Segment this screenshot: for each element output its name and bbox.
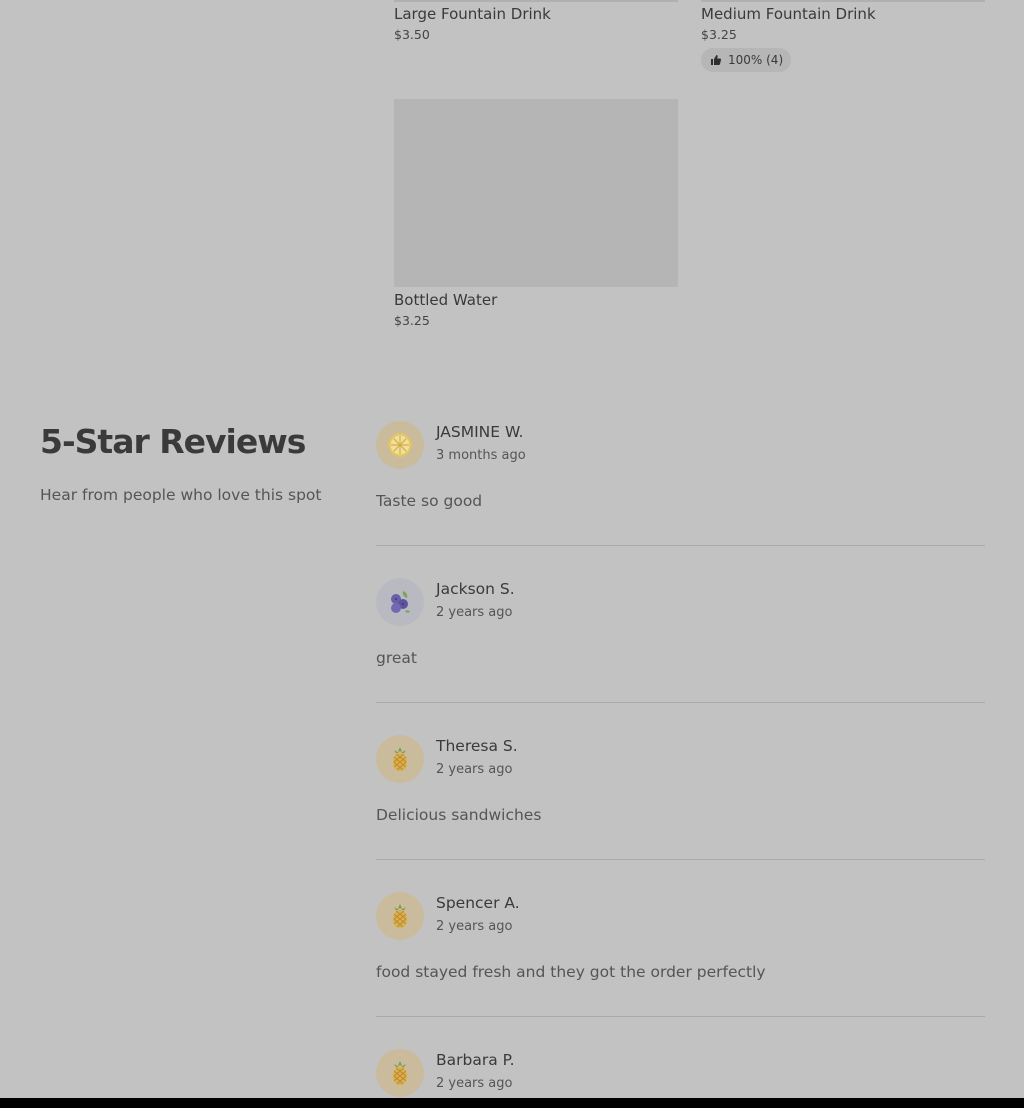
- avatar: [376, 578, 424, 626]
- avatar: [376, 735, 424, 783]
- review-text: Taste so good: [376, 492, 483, 510]
- review-card: Barbara P. 2 years ago: [376, 1049, 985, 1097]
- review-time: 2 years ago: [436, 605, 513, 620]
- divider: [376, 545, 985, 546]
- reviews-title: 5-Star Reviews: [40, 422, 306, 461]
- reviewer-name: Jackson S.: [436, 580, 515, 598]
- lemon-icon: [385, 430, 415, 460]
- card-top-border: [394, 0, 678, 2]
- divider: [376, 859, 985, 860]
- review-card: JASMINE W. 3 months ago Taste so good: [376, 421, 985, 511]
- item-name: Bottled Water: [394, 291, 498, 309]
- review-time: 2 years ago: [436, 762, 513, 777]
- review-text: food stayed fresh and they got the order…: [376, 963, 766, 981]
- reviewer-name: Spencer A.: [436, 894, 520, 912]
- review-time: 2 years ago: [436, 1076, 513, 1091]
- item-name: Medium Fountain Drink: [701, 5, 876, 23]
- review-time: 2 years ago: [436, 919, 513, 934]
- avatar: [376, 421, 424, 469]
- review-text: Delicious sandwiches: [376, 806, 542, 824]
- pineapple-icon: [385, 901, 415, 931]
- item-image-placeholder: [394, 99, 678, 287]
- menu-item-bottled-water[interactable]: Bottled Water $3.25: [394, 99, 678, 330]
- item-name: Large Fountain Drink: [394, 5, 551, 23]
- review-card: Theresa S. 2 years ago Delicious sandwic…: [376, 735, 985, 825]
- reviews-subtitle: Hear from people who love this spot: [40, 486, 322, 504]
- reviewer-name: Barbara P.: [436, 1051, 515, 1069]
- bottom-bar: [0, 1098, 1024, 1108]
- reviewer-name: Theresa S.: [436, 737, 518, 755]
- avatar: [376, 1049, 424, 1097]
- item-price: $3.25: [701, 27, 737, 42]
- thumbs-up-icon: [710, 54, 722, 66]
- review-card: Jackson S. 2 years ago great: [376, 578, 985, 668]
- avatar: [376, 892, 424, 940]
- item-price: $3.50: [394, 27, 430, 42]
- pineapple-icon: [385, 744, 415, 774]
- pineapple-icon: [385, 1058, 415, 1088]
- menu-item-large-fountain-drink[interactable]: Large Fountain Drink $3.50: [394, 4, 551, 44]
- review-time: 3 months ago: [436, 448, 526, 463]
- item-price: $3.25: [394, 313, 430, 328]
- card-top-border: [701, 0, 985, 2]
- rating-text: 100% (4): [728, 53, 784, 67]
- reviewer-name: JASMINE W.: [436, 423, 524, 441]
- review-text: great: [376, 649, 417, 667]
- divider: [376, 1016, 985, 1017]
- review-card: Spencer A. 2 years ago food stayed fresh…: [376, 892, 985, 982]
- rating-badge: 100% (4): [701, 48, 792, 72]
- blueberries-icon: [385, 587, 415, 617]
- reviews-header: 5-Star Reviews Hear from people who love…: [40, 422, 321, 504]
- divider: [376, 702, 985, 703]
- menu-item-medium-fountain-drink[interactable]: Medium Fountain Drink $3.25 100% (4): [701, 4, 876, 72]
